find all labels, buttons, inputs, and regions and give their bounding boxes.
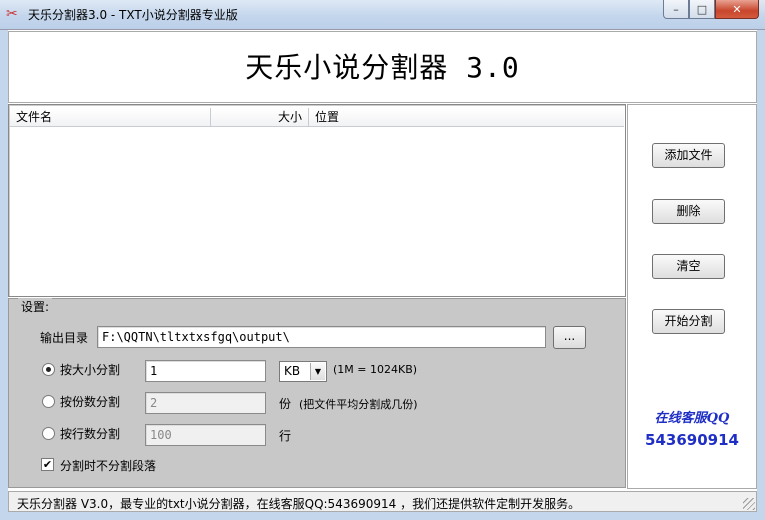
close-button[interactable]: ✕ — [715, 0, 759, 19]
resize-grip-icon[interactable] — [743, 498, 755, 510]
add-file-button[interactable]: 添加文件 — [652, 143, 725, 168]
scissors-icon: ✂ — [6, 6, 18, 22]
maximize-icon: □ — [696, 2, 708, 16]
radio-by-size[interactable] — [42, 363, 55, 376]
size-input[interactable]: 1 — [145, 360, 266, 382]
lines-unit: 行 — [279, 429, 292, 443]
status-bar: 天乐分割器 V3.0，最专业的txt小说分割器，在线客服QQ:543690914… — [8, 491, 757, 512]
title-bar[interactable]: ✂ 天乐分割器3.0 - TXT小说分割器专业版 – □ ✕ — [0, 0, 765, 30]
checkmark-icon: ✔ — [42, 458, 53, 471]
column-header-size[interactable]: 大小 — [211, 108, 309, 127]
window-controls: – □ ✕ — [663, 0, 759, 20]
radio-by-count[interactable] — [42, 395, 55, 408]
window-frame-left — [0, 30, 8, 512]
clear-button[interactable]: 清空 — [652, 254, 725, 279]
action-panel: 添加文件 删除 清空 开始分割 在线客服QQ 543690914 — [627, 104, 757, 489]
size-hint: (1M = 1024KB) — [333, 363, 418, 376]
size-unit-value: KB — [284, 364, 301, 378]
output-dir-label: 输出目录 — [40, 331, 89, 345]
chevron-down-icon: ▼ — [310, 363, 325, 380]
no-split-paragraph-checkbox[interactable]: ✔ — [41, 458, 54, 471]
minimize-button[interactable]: – — [663, 0, 689, 19]
window-title: 天乐分割器3.0 - TXT小说分割器专业版 — [28, 8, 238, 22]
count-unit: 份 — [279, 397, 292, 411]
delete-button[interactable]: 删除 — [652, 199, 725, 224]
count-hint: (把文件平均分割成几份) — [299, 398, 418, 411]
support-qq-number: 543690914 — [645, 431, 739, 449]
column-header-location[interactable]: 位置 — [309, 108, 624, 127]
close-icon: ✕ — [732, 2, 742, 16]
by-size-label[interactable]: 按大小分割 — [60, 361, 120, 378]
output-dir-input[interactable]: F:\QQTN\tltxtxsfgq\output\ — [97, 326, 546, 348]
count-input[interactable]: 2 — [145, 392, 266, 414]
browse-button[interactable]: ... — [553, 326, 586, 349]
maximize-button[interactable]: □ — [689, 0, 715, 19]
app-title: 天乐小说分割器 3.0 — [245, 51, 520, 84]
window-frame-right — [757, 30, 765, 512]
header-banner: 天乐小说分割器 3.0 — [8, 31, 757, 103]
lines-input[interactable]: 100 — [145, 424, 266, 446]
start-split-button[interactable]: 开始分割 — [652, 309, 725, 334]
no-split-paragraph-label[interactable]: 分割时不分割段落 — [60, 457, 156, 474]
minimize-icon: – — [673, 2, 679, 16]
support-label: 在线客服QQ — [654, 411, 730, 426]
window-frame-bottom — [0, 512, 765, 520]
radio-by-lines[interactable] — [42, 427, 55, 440]
by-count-label[interactable]: 按份数分割 — [60, 393, 120, 410]
size-unit-select[interactable]: KB ▼ — [279, 361, 327, 382]
settings-legend: 设置: — [18, 298, 53, 315]
file-list-header: 文件名 大小 位置 — [10, 108, 624, 127]
settings-group: 设置: 输出目录 F:\QQTN\tltxtxsfgq\output\ ... … — [8, 298, 626, 488]
file-list[interactable]: 文件名 大小 位置 — [8, 104, 626, 297]
status-text: 天乐分割器 V3.0，最专业的txt小说分割器，在线客服QQ:543690914… — [17, 497, 581, 511]
by-lines-label[interactable]: 按行数分割 — [60, 425, 120, 442]
column-header-filename[interactable]: 文件名 — [10, 108, 211, 127]
